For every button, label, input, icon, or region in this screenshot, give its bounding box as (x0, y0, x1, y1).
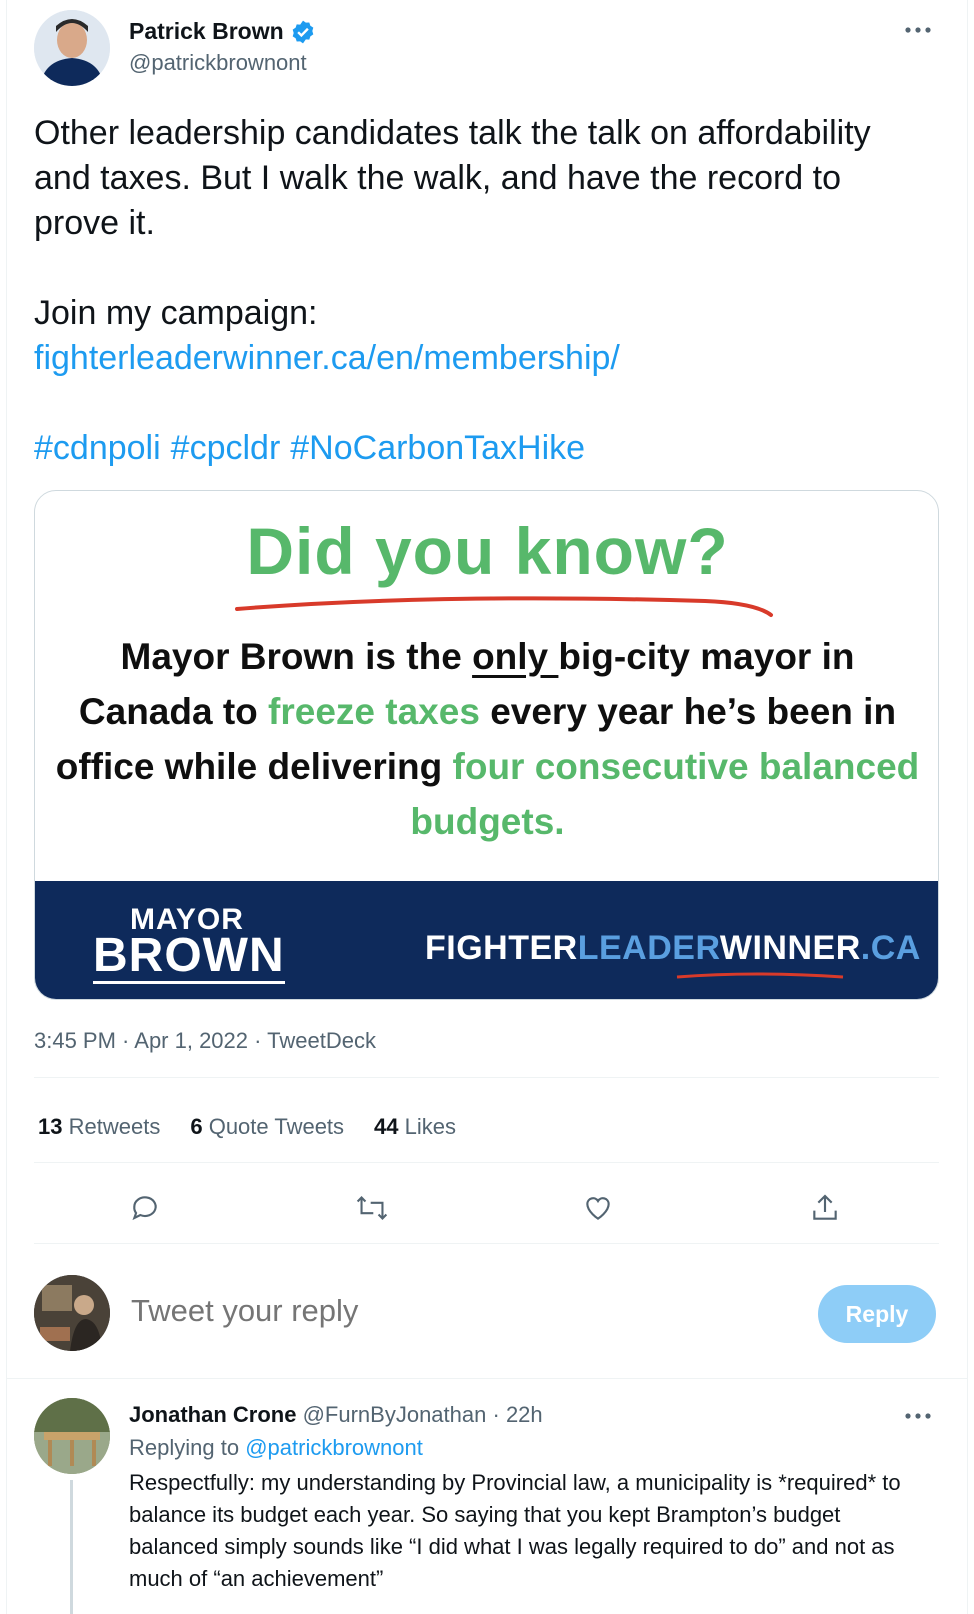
site-winner: WINNER (719, 929, 861, 967)
hashtag-cdnpoli[interactable]: #cdnpoli (34, 426, 161, 471)
hashtag-list: #cdnpoli #cpcldr #NoCarbonTaxHike (34, 426, 934, 471)
like-action-button[interactable] (578, 1188, 618, 1228)
quote-tweets-label: Quote Tweets (208, 1114, 345, 1139)
tweet-stats: 13 Retweets 6 Quote Tweets 44 Likes (38, 1114, 456, 1140)
share-action-button[interactable] (805, 1188, 845, 1228)
heart-icon (586, 1197, 610, 1220)
media-body-text: Mayor Brown is the only big-city mayor i… (55, 629, 920, 849)
divider (6, 1378, 968, 1379)
media-body-freeze-taxes: freeze taxes (268, 691, 480, 732)
current-user-avatar[interactable] (34, 1275, 110, 1351)
quote-tweets-stat[interactable]: 6 Quote Tweets (190, 1114, 344, 1140)
divider (34, 1162, 939, 1163)
join-text: Join my campaign: (34, 294, 318, 332)
media-body-balanced-budgets: four consecutive balanced budgets. (410, 746, 920, 842)
reply-text: Respectfully: my understanding by Provin… (129, 1470, 901, 1591)
reply-author-handle[interactable]: @FurnByJonathan (303, 1402, 487, 1427)
site-fighter: FIGHTER (425, 929, 578, 967)
reply-header: Jonathan Crone @FurnByJonathan · 22h (129, 1402, 543, 1428)
brand-brown: BROWN (93, 929, 285, 984)
author-name-label: Patrick Brown (129, 18, 284, 44)
divider (34, 1243, 939, 1244)
tweet-media-image[interactable]: Did you know? Mayor Brown is the only bi… (34, 490, 939, 1000)
reply-button[interactable]: Reply (818, 1285, 936, 1343)
comment-icon (132, 1196, 157, 1221)
verified-badge-icon (292, 20, 313, 43)
site-ca: .CA (860, 929, 921, 967)
replying-to-handle[interactable]: @patrickbrownont (245, 1435, 423, 1460)
site-leader: LEADER (577, 929, 720, 967)
retweet-action-button[interactable] (352, 1188, 392, 1228)
tweet-body: Other leadership candidates talk the tal… (34, 111, 934, 471)
media-headline: Did you know? (246, 514, 729, 588)
media-body-part-1: Mayor Brown is the (120, 636, 473, 677)
likes-count: 44 (374, 1114, 399, 1139)
media-footer-banner: MAYOR BROWN FIGHTERLEADERWINNER.CA (35, 881, 938, 999)
tweet-timestamp[interactable]: 3:45 PM · Apr 1, 2022 · TweetDeck (34, 1028, 376, 1054)
share-icon (813, 1194, 837, 1220)
media-body-only: only (472, 636, 559, 677)
tweet-text: Other leadership candidates talk the tal… (34, 114, 871, 242)
reply-author-name[interactable]: Jonathan Crone (129, 1402, 296, 1427)
reply-input[interactable] (131, 1293, 731, 1329)
reply-time[interactable]: · 22h (493, 1402, 543, 1427)
thread-connector-line (70, 1480, 73, 1614)
author-avatar[interactable] (34, 10, 110, 86)
hashtag-cpcldr[interactable]: #cpcldr (171, 426, 281, 471)
membership-link[interactable]: fighterleaderwinner.ca/en/membership/ (34, 339, 620, 377)
divider (34, 1077, 939, 1078)
site-underline-swoosh (676, 972, 844, 979)
red-underline-swoosh (235, 596, 773, 617)
brand-website: FIGHTERLEADERWINNER.CA (425, 929, 921, 968)
likes-label: Likes (404, 1114, 457, 1139)
more-options-icon[interactable] (898, 18, 938, 42)
hashtag-nocarbontaxhike[interactable]: #NoCarbonTaxHike (290, 426, 585, 471)
quote-tweets-count: 6 (190, 1114, 203, 1139)
replying-to-label: Replying to (129, 1435, 240, 1460)
reply-author-avatar[interactable] (34, 1398, 110, 1474)
author-handle[interactable]: @patrickbrownont (129, 50, 307, 76)
retweets-stat[interactable]: 13 Retweets (38, 1114, 160, 1140)
reply-more-options-icon[interactable] (898, 1404, 938, 1428)
replying-to: Replying to @patrickbrownont (129, 1435, 423, 1461)
reply-action-button[interactable] (125, 1188, 165, 1228)
author-name[interactable]: Patrick Brown (129, 18, 316, 45)
retweets-count: 13 (38, 1114, 63, 1139)
retweets-label: Retweets (68, 1114, 161, 1139)
retweet-icon (356, 1196, 388, 1220)
likes-stat[interactable]: 44 Likes (374, 1114, 456, 1140)
